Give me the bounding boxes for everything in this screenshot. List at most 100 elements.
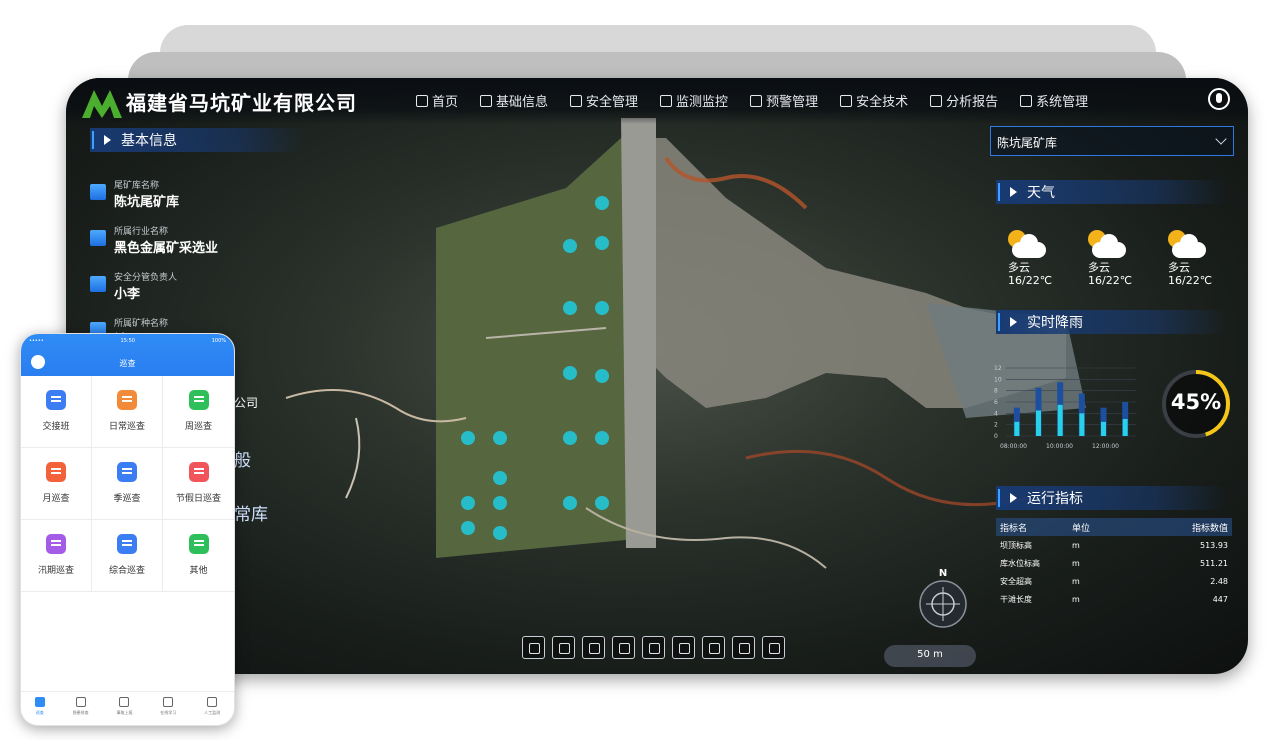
rain-bar [1079,413,1085,436]
tab-label: 事故上报 [116,710,133,715]
inspection-icon [188,534,209,554]
section-title: 基本信息 [121,133,177,149]
section-title: 运行指标 [1027,491,1083,507]
cell: 2.48 [1210,576,1228,586]
phone-tab[interactable]: 人工监测 [204,692,220,725]
inspection-icon [117,462,137,482]
monitor-icon [660,94,673,107]
cell: 447 [1212,594,1228,604]
weather-day: 多云 16/22℃ [1168,230,1218,286]
logo-icon [82,90,122,118]
phone-tab[interactable]: 在线学习 [160,692,176,725]
rain-bar [1101,421,1106,436]
nav-report[interactable]: 分析报告 [930,91,998,110]
tab-icon [163,697,174,707]
table-row: 安全超高 m 2.48 [996,572,1232,590]
inspection-icon [117,390,137,410]
cell: 513.93 [1200,540,1228,550]
home-icon [416,94,428,107]
inspection-item[interactable]: 综合巡查 [92,520,163,592]
inspection-label: 日常巡查 [108,422,145,432]
ruler-icon[interactable] [642,636,665,659]
play-icon [1010,493,1017,503]
y-tick-label: 4 [994,410,998,417]
nav-safety[interactable]: 安全管理 [570,91,638,110]
cell: 安全超高 [1000,576,1032,586]
section-indicators: 运行指标 [996,486,1226,510]
play-icon [1010,187,1017,197]
y-tick-label: 10 [994,376,1002,383]
user-icon[interactable] [1208,88,1230,110]
partly-cloudy-icon [1168,230,1208,260]
inspection-item[interactable]: 月巡查 [21,448,92,520]
section-accent [998,489,1000,507]
inspection-label: 交接班 [42,422,70,432]
inspection-item[interactable]: 节假日巡查 [163,448,234,520]
cell: 干滩长度 [1000,594,1032,604]
nav-monitoring[interactable]: 监测监控 [660,91,728,110]
inspection-icon [188,390,209,410]
phone-battery: 100% [211,338,226,344]
weather-temp: 16/22℃ [1008,274,1053,287]
nav-label: 分析报告 [946,95,999,110]
nav-alarm[interactable]: 预警管理 [750,91,818,110]
select-value: 陈坑尾矿库 [997,136,1058,150]
info-label: 所属矿种名称 [114,319,169,329]
gear-icon [1020,94,1033,107]
x-tick-label: 12:00:00 [1092,443,1119,450]
tab-icon [34,697,45,707]
triangle-icon[interactable] [732,636,755,659]
nav-basic-info[interactable]: 基础信息 [480,91,548,110]
partial-text-level: 般 [234,451,251,471]
nav-label: 基础信息 [496,95,549,110]
info-row: 尾矿库名称 陈坑尾矿库 [90,178,218,210]
nav-tech[interactable]: 安全技术 [840,91,908,110]
nav-label: 系统管理 [1036,95,1089,110]
weather-cond: 多云 [1088,261,1110,274]
tab-icon [207,697,218,707]
nav-home[interactable]: 首页 [416,91,458,110]
inspection-label: 其他 [189,566,208,576]
clear-icon[interactable] [762,636,785,659]
section-accent [92,131,94,149]
mobile-app-mockup: ••••• 15:50 100% 巡查 交接班 日常巡查 周巡查 月巡查 季巡查 节假日巡… [20,333,235,726]
inspection-item[interactable]: 汛期巡查 [21,520,92,592]
partly-cloudy-icon [1088,230,1128,260]
partial-text-company: 公司 [234,396,259,410]
phone-tab[interactable]: 隐患排查 [73,692,89,725]
table-row: 干滩长度 m 447 [996,590,1232,608]
profile-icon[interactable] [612,636,635,659]
inspection-item[interactable]: 日常巡查 [92,376,163,448]
info-value: 陈坑尾矿库 [114,195,180,210]
compass-north: N [938,568,948,579]
info-value: 黑色金属矿采选业 [114,241,219,256]
signal-icon[interactable] [552,636,575,659]
table-row: 库水位标高 m 511.21 [996,554,1232,572]
tech-icon [840,94,853,107]
inspection-icon [46,534,66,554]
inspection-item[interactable]: 季巡查 [92,448,163,520]
phone-tab[interactable]: 巡查 [34,692,45,725]
info-value: 小李 [114,287,141,302]
nav-system[interactable]: 系统管理 [1020,91,1088,110]
phone-tab[interactable]: 事故上报 [116,692,132,725]
y-tick-label: 6 [994,399,998,406]
compass-control[interactable]: N [918,568,968,638]
inspection-label: 节假日巡查 [175,494,221,504]
inspection-icon [46,390,66,410]
section-accent [998,183,1000,201]
inspection-item[interactable]: 其他 [163,520,234,592]
inspection-item[interactable]: 周巡查 [163,376,234,448]
top-bar: 福建省马坑矿业有限公司 首页 基础信息 安全管理 监测监控 预警管理 安全技术 … [66,78,1248,124]
angle-icon[interactable] [702,636,725,659]
line-measure-icon[interactable] [522,636,545,659]
cell: m [1072,558,1080,568]
nav-label: 监测监控 [676,95,729,110]
x-tick-label: 10:00:00 [1046,443,1073,450]
area-icon[interactable] [672,636,695,659]
phone-header: ••••• 15:50 100% 巡查 [21,334,234,376]
reservoir-select[interactable]: 陈坑尾矿库 [990,126,1234,156]
cell: 库水位标高 [1000,558,1040,568]
inspection-item[interactable]: 交接班 [21,376,92,448]
target-icon[interactable] [582,636,605,659]
